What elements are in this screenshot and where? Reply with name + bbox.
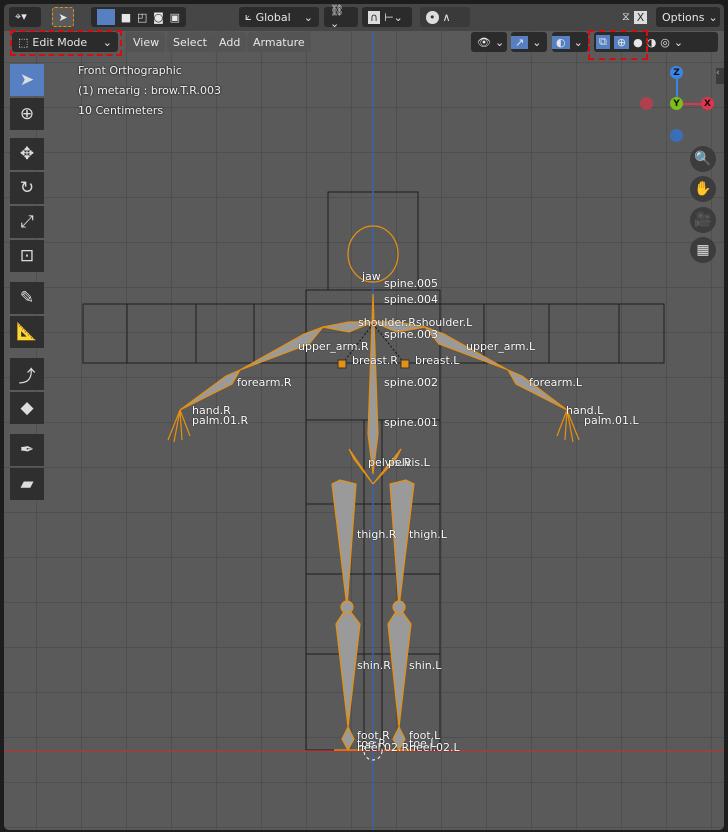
orientation-icon: ⟀ [245, 10, 252, 23]
gizmo-neg-x[interactable] [640, 97, 653, 110]
tool-bone-size[interactable]: ◆ [10, 392, 44, 424]
grid-scale: 10 Centimeters [78, 104, 164, 117]
tool-measure[interactable]: 📐 [10, 316, 44, 348]
snapping-buttons[interactable]: ∩ ⊢⌄ [362, 7, 412, 27]
bone-label: shin.L [409, 659, 442, 672]
gizmo-neg-z[interactable] [670, 129, 683, 142]
bone-label: breast.R [352, 354, 398, 367]
gizmo-z[interactable]: Z [670, 66, 683, 79]
tool-rotate[interactable]: ↻ [10, 172, 44, 204]
pivot-point-dropdown[interactable]: ⛓⌄ [324, 4, 358, 30]
tool-annotate[interactable]: ✎ [10, 282, 44, 314]
select-tool-icon[interactable]: ➤ [52, 7, 74, 27]
bone-hand-r [167, 409, 191, 443]
bone-label: spine.002 [384, 376, 439, 389]
tool-bone-roll[interactable]: ⤴ [10, 358, 44, 390]
bone-label: spine.005 [384, 277, 439, 290]
menu-armature[interactable]: Armature [247, 32, 311, 52]
bone-label: forearm.R [237, 376, 292, 389]
tool-cursor[interactable]: ⊕ [10, 98, 44, 130]
gizmo-toggle[interactable]: ↗ ⌄ [511, 32, 547, 52]
menu-select[interactable]: Select [167, 32, 213, 52]
bone-label: thigh.R [357, 528, 397, 541]
bone-label: palm.01.L [584, 414, 639, 427]
transform-orientation-dropdown[interactable]: ⟀ Global ⌄ [239, 7, 319, 27]
mirror-icon[interactable]: ⧖ X [616, 7, 648, 27]
select-invert-icon[interactable]: ◙ [153, 11, 164, 24]
select-intersect-icon[interactable]: ▣ [170, 11, 180, 24]
selection-mode-buttons[interactable]: ■ ◰ ◙ ▣ [91, 7, 186, 27]
tool-scale[interactable]: ⤢ [10, 206, 44, 238]
bone-label: spine.003 [384, 328, 439, 341]
overlay-icon: ◐ [552, 35, 570, 49]
bone-label: thigh.L [409, 528, 447, 541]
bone-label: upper_arm.R [298, 340, 369, 353]
select-new-icon[interactable] [97, 9, 115, 25]
view-name: Front Orthographic [78, 64, 182, 77]
tool-extrude[interactable]: ✒ [10, 434, 44, 466]
tool-select-box[interactable]: ➤ [10, 64, 44, 96]
snap-icon: ∩ [368, 10, 381, 24]
select-subtract-icon[interactable]: ◰ [137, 11, 147, 24]
camera-icon[interactable]: 🎥 [690, 207, 716, 233]
gizmo-icon: ↗ [511, 35, 529, 49]
bone-label: heel.02.L [409, 741, 460, 754]
tool-transform[interactable]: ⊡ [10, 240, 44, 272]
zoom-icon[interactable]: 🔍 [690, 146, 716, 172]
menu-view[interactable]: View [127, 32, 166, 52]
editor-type-button[interactable]: ⌖▾ [9, 7, 41, 27]
highlight-mode [10, 30, 122, 56]
bone-label: heel.02.R [357, 741, 410, 754]
overlay-toggle[interactable]: ◐ ⌄ [552, 32, 588, 52]
3d-viewport[interactable]: spine.005 jaw spine.004 shoulder.Rshould… [4, 4, 724, 830]
highlight-shading [588, 30, 648, 60]
visibility-dropdown[interactable]: 👁 ⌄ [471, 32, 507, 52]
bone-label: palm.01.R [192, 414, 249, 427]
proportional-icon: • [426, 10, 439, 24]
active-object-info: (1) metarig : brow.T.R.003 [78, 84, 222, 97]
gizmo-x[interactable]: X [701, 97, 714, 110]
bone-label: forearm.L [529, 376, 583, 389]
menu-add[interactable]: Add [213, 32, 247, 52]
bone-label: jaw [362, 270, 381, 283]
material-icon[interactable]: ◑ [647, 36, 657, 49]
tool-envelope[interactable]: ▰ [10, 468, 44, 500]
options-dropdown[interactable]: Options ⌄ [656, 7, 720, 27]
bone-label: pelvis.L [388, 456, 430, 469]
bone-shin-l [387, 605, 412, 728]
sidebar-toggle-icon[interactable]: ‹ [716, 68, 724, 84]
rendered-icon[interactable]: ◎ [660, 36, 670, 49]
bone-thigh-r [331, 479, 357, 608]
tool-move[interactable]: ✥ [10, 138, 44, 170]
bone-label: spine.004 [384, 293, 439, 306]
bone-foot-r [341, 725, 355, 752]
gizmo-y[interactable]: Y [670, 97, 683, 110]
pan-hand-icon[interactable]: ✋ [690, 176, 716, 202]
bone-label: upper_arm.L [466, 340, 536, 353]
bone-label: spine.001 [384, 416, 439, 429]
grid-perspective-icon[interactable]: ▦ [690, 237, 716, 263]
proportional-editing-buttons[interactable]: • ∧ [420, 7, 470, 27]
bone-label: shin.R [357, 659, 391, 672]
bone-thigh-l [389, 479, 415, 608]
bone-label: breast.L [415, 354, 460, 367]
eye-icon: 👁 [477, 35, 491, 49]
select-extend-icon[interactable]: ■ [121, 11, 131, 24]
